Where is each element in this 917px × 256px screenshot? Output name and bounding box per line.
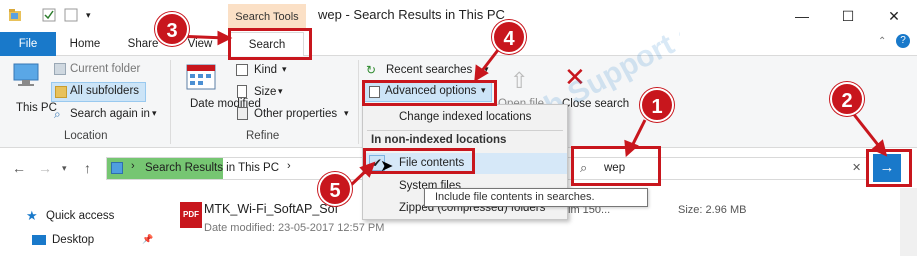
chevron-down-icon: ▾ <box>344 108 349 118</box>
date-modified-button[interactable]: Date modified <box>174 60 261 126</box>
search-box-highlight <box>571 146 661 186</box>
tooltip: Include file contents in searches. <box>424 188 648 207</box>
this-pc-label: This PC <box>16 102 57 114</box>
kind-icon <box>236 64 248 76</box>
search-icon: ⌕ <box>54 107 61 121</box>
forward-arrow-icon[interactable]: → <box>38 160 52 176</box>
size-label: Size <box>254 86 277 98</box>
maximize-button[interactable]: ☐ <box>825 0 871 32</box>
folders-icon <box>55 86 67 98</box>
close-icon: ✕ <box>564 62 586 92</box>
breadcrumb[interactable]: Search Results in This PC <box>145 162 279 174</box>
pdf-icon: PDF <box>180 202 202 228</box>
menu-divider <box>367 130 563 131</box>
search-tab-highlight <box>228 28 312 60</box>
breadcrumb-separator: › <box>287 160 291 172</box>
folder-icon[interactable] <box>8 8 22 22</box>
refresh-icon: ↻ <box>366 63 377 77</box>
nav-item-quick-access[interactable]: ★ Quick access <box>26 208 156 226</box>
file-contents-highlight <box>363 148 475 174</box>
location-group-label: Location <box>64 130 108 142</box>
calendar-icon <box>186 62 216 93</box>
recent-searches-button[interactable]: ↻ Recent searches ▾ <box>366 62 496 80</box>
back-arrow-icon[interactable]: ← <box>12 160 26 176</box>
desktop-icon <box>32 235 46 245</box>
close-button[interactable]: ✕ <box>871 0 917 32</box>
ribbon-tabs: File Home Share View Search ⌃ ? <box>0 32 917 58</box>
all-subfolders-label: All subfolders <box>70 85 140 97</box>
chevron-down-icon: ▾ <box>282 64 287 74</box>
annotation-badge-2: 2 <box>830 82 864 116</box>
customize-toolbar-icon[interactable]: ▾ <box>86 8 100 22</box>
recent-searches-label: Recent searches <box>386 64 473 76</box>
folder-icon <box>54 63 66 75</box>
star-icon: ★ <box>26 208 38 223</box>
scrollbar[interactable] <box>900 188 917 256</box>
other-properties-button[interactable]: Other properties ▾ <box>236 106 356 124</box>
advanced-options-highlight <box>362 80 497 106</box>
up-arrow-icon[interactable]: ↑ <box>84 160 91 176</box>
title-bar: ▾ Search Tools wep - Search Results in T… <box>0 0 917 32</box>
new-folder-icon[interactable] <box>64 8 78 22</box>
search-tools-header: Search Tools <box>228 4 306 30</box>
tab-file[interactable]: File <box>0 32 56 56</box>
chevron-down-icon: ▾ <box>278 86 283 96</box>
recent-locations-icon[interactable]: ▾ <box>62 163 67 174</box>
up-arrow-icon: ⇧ <box>510 68 529 93</box>
tab-home[interactable]: Home <box>62 32 108 56</box>
properties-icon <box>237 107 248 120</box>
chevron-down-icon: ▾ <box>484 64 489 74</box>
properties-icon[interactable] <box>42 8 56 22</box>
search-results-icon <box>111 162 123 174</box>
minimize-button[interactable]: — <box>779 0 825 32</box>
help-icon[interactable]: ? <box>896 34 910 48</box>
annotation-badge-4: 4 <box>492 20 526 54</box>
search-again-in-button[interactable]: ⌕ Search again in ▾ <box>52 106 162 124</box>
size-button[interactable]: Size ▾ <box>236 84 296 102</box>
search-again-in-label: Search again in <box>70 108 150 120</box>
file-size: Size: 2.96 MB <box>678 204 747 216</box>
chevron-down-icon: ▾ <box>152 108 157 118</box>
quick-access-label: Quick access <box>46 210 115 222</box>
other-properties-label: Other properties <box>254 108 338 120</box>
computer-icon <box>12 62 40 91</box>
navigation-pane: ★ Quick access Desktop 📌 <box>0 188 160 256</box>
kind-button[interactable]: Kind ▾ <box>236 62 296 80</box>
this-pc-button[interactable]: This PC <box>6 60 57 126</box>
go-button-highlight <box>866 149 912 187</box>
menu-section-header: In non-indexed locations <box>371 134 507 146</box>
all-subfolders-button[interactable]: All subfolders <box>51 82 146 102</box>
menu-item-change-indexed[interactable]: Change indexed locations <box>363 107 567 128</box>
file-date: Date modified: 23-05-2017 12:57 PM <box>204 222 385 234</box>
desktop-label: Desktop <box>52 234 95 246</box>
nav-item-desktop[interactable]: Desktop 📌 <box>32 232 156 250</box>
file-name: MTK_Wi-Fi_SoftAP_Sof <box>204 202 339 216</box>
annotation-badge-3: 3 <box>155 12 189 46</box>
breadcrumb-separator: › <box>131 160 135 172</box>
chevron-up-icon[interactable]: ⌃ <box>878 36 886 47</box>
file-icon <box>237 85 247 98</box>
refine-group-label: Refine <box>246 130 280 142</box>
pin-icon: 📌 <box>142 234 154 244</box>
window-title: wep - Search Results in This PC <box>318 7 505 22</box>
annotation-badge-1: 1 <box>640 88 674 122</box>
group-divider <box>358 60 359 144</box>
current-folder-label: Current folder <box>70 63 141 75</box>
group-divider <box>170 60 171 144</box>
clear-search-icon[interactable]: ✕ <box>852 161 861 174</box>
current-folder-button[interactable]: Current folder <box>52 60 152 80</box>
kind-label: Kind <box>254 64 278 76</box>
annotation-badge-5: 5 <box>318 172 352 206</box>
close-search-label: Close search <box>562 98 630 110</box>
